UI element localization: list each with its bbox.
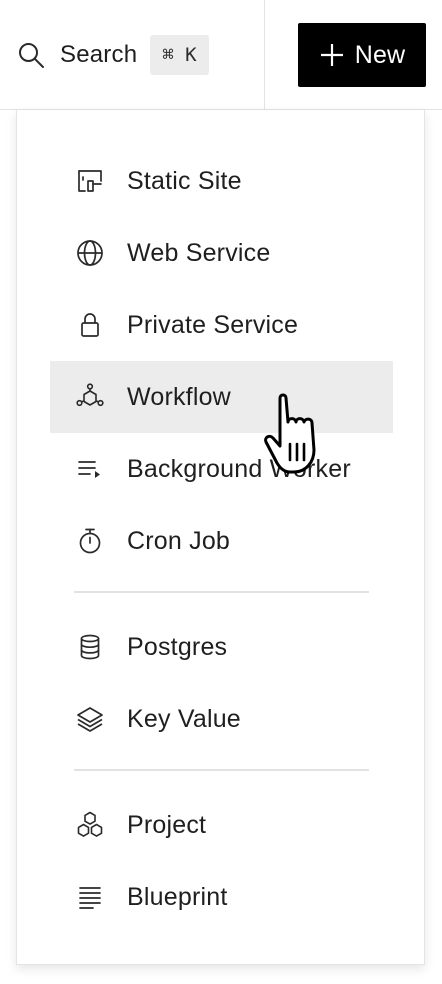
layers-icon [75, 704, 105, 734]
menu-item-cron-job[interactable]: Cron Job [50, 505, 393, 577]
menu-item-label: Workflow [127, 382, 231, 411]
background-worker-icon [75, 454, 105, 484]
static-site-icon [75, 166, 105, 196]
menu-item-label: Key Value [127, 704, 241, 733]
menu-item-label: Postgres [127, 632, 228, 661]
lock-icon [75, 310, 105, 340]
search-button[interactable]: Search ⌘ K [16, 34, 209, 76]
menu-item-static-site[interactable]: Static Site [50, 145, 393, 217]
menu-item-label: Blueprint [127, 882, 228, 911]
menu-item-label: Cron Job [127, 526, 231, 555]
menu-item-blueprint[interactable]: Blueprint [50, 861, 393, 933]
search-icon [19, 43, 44, 68]
menu-item-postgres[interactable]: Postgres [50, 611, 393, 683]
header-divider [264, 0, 265, 110]
new-button[interactable]: New [298, 23, 426, 87]
project-icon [75, 810, 105, 840]
menu-item-workflow[interactable]: Workflow [50, 361, 393, 433]
menu-item-label: Project [127, 810, 207, 839]
menu-item-background-worker[interactable]: Background Worker [50, 433, 393, 505]
workflow-icon [75, 382, 105, 412]
menu-divider [74, 591, 369, 593]
menu-item-key-value[interactable]: Key Value [50, 683, 393, 755]
menu-item-label: Static Site [127, 166, 242, 195]
plus-icon [320, 44, 343, 66]
database-icon [75, 632, 105, 662]
search-shortcut-badge: ⌘ K [150, 35, 209, 75]
menu-item-web-service[interactable]: Web Service [50, 217, 393, 289]
stopwatch-icon [75, 526, 105, 556]
menu-item-label: Private Service [127, 310, 299, 339]
search-label: Search [60, 41, 138, 68]
menu-item-project[interactable]: Project [50, 789, 393, 861]
new-resource-dropdown-menu: Static Site Web Service Private Service [16, 110, 425, 965]
menu-divider [74, 769, 369, 771]
menu-item-private-service[interactable]: Private Service [50, 289, 393, 361]
menu-item-label: Background Worker [127, 454, 351, 483]
top-bar: Search ⌘ K New [0, 0, 442, 110]
blueprint-icon [75, 882, 105, 912]
menu-item-label: Web Service [127, 238, 271, 267]
new-button-label: New [354, 40, 406, 69]
globe-icon [75, 238, 105, 268]
